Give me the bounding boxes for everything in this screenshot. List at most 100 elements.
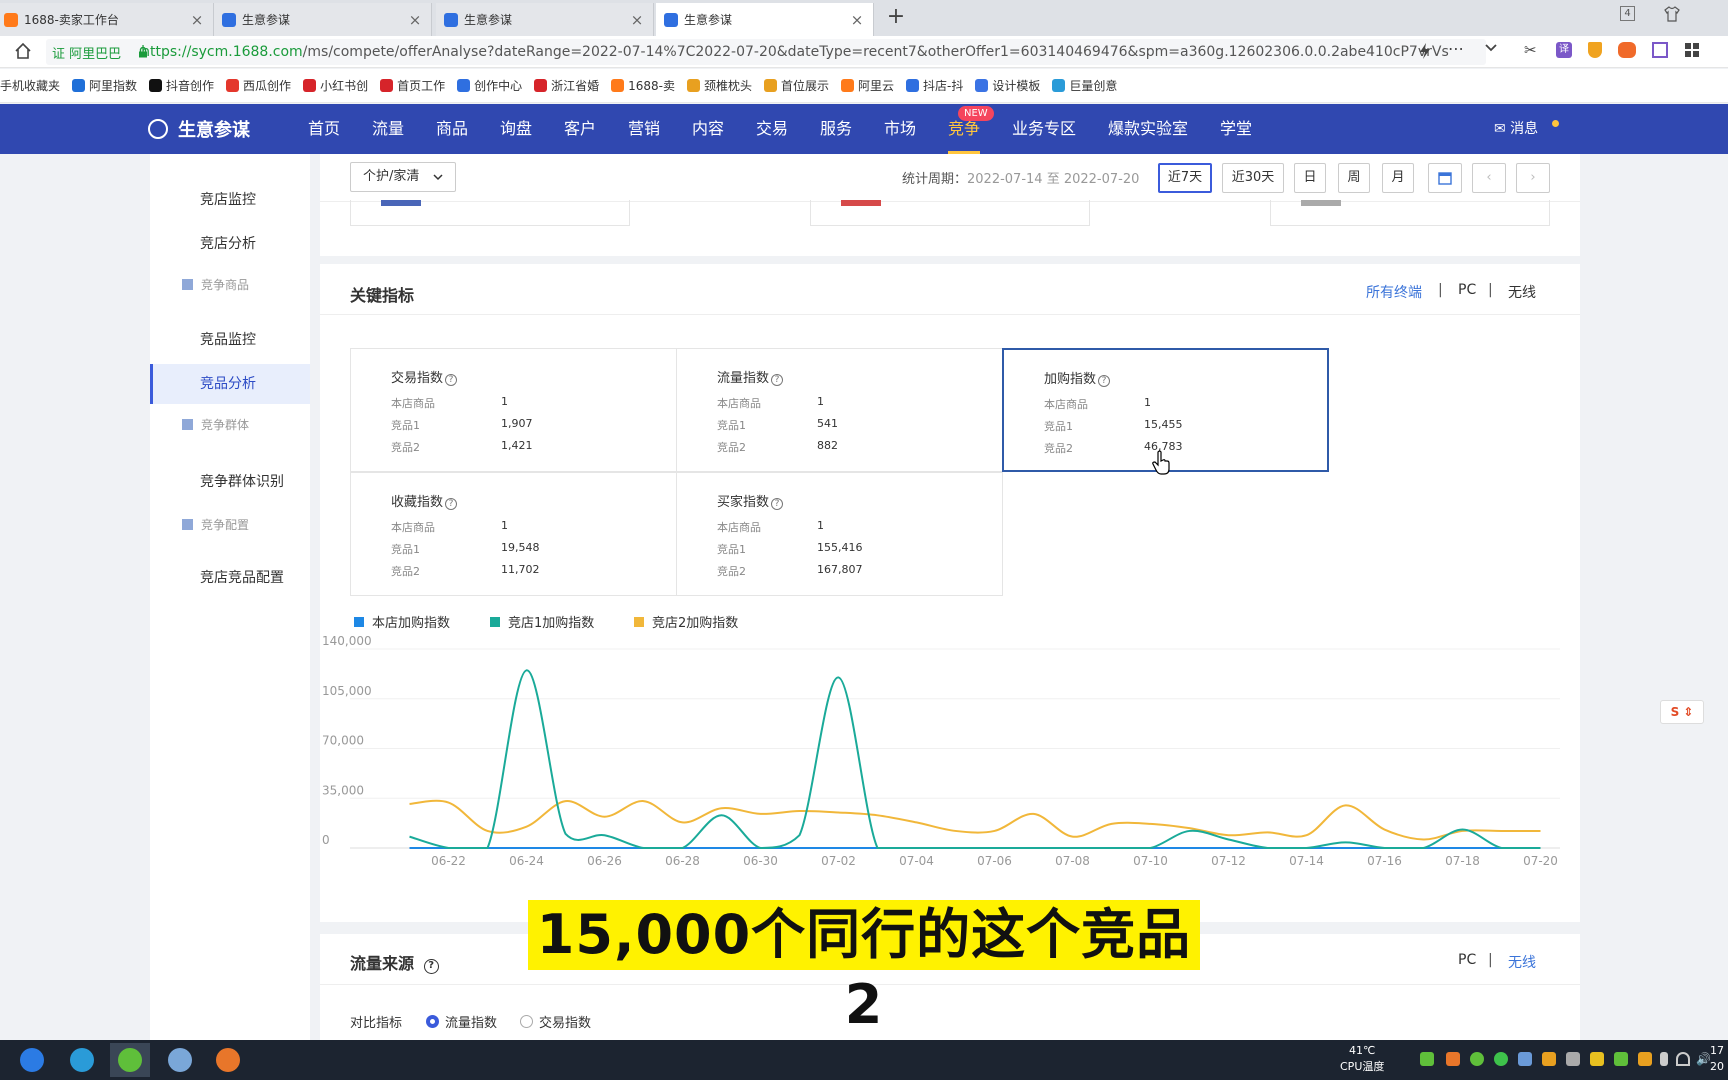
period-button[interactable]: 日 — [1294, 163, 1326, 193]
nav-item[interactable]: 交易 — [756, 104, 788, 154]
app-tray-icon[interactable] — [1446, 1052, 1460, 1066]
nav-item[interactable]: 流量 — [372, 104, 404, 154]
bookmark-item[interactable]: 小红书创 — [303, 77, 368, 94]
period-button[interactable]: 近7天 — [1158, 163, 1212, 193]
close-icon[interactable]: × — [189, 11, 205, 29]
terminal-all[interactable]: 所有终端 — [1366, 282, 1422, 302]
help-icon[interactable]: ? — [423, 959, 439, 974]
window-count-icon[interactable]: 4 — [1620, 6, 1635, 21]
lightning-icon[interactable] — [1418, 43, 1432, 63]
game-icon[interactable] — [1618, 42, 1636, 58]
nav-item[interactable]: 业务专区 — [1012, 104, 1076, 154]
terminal-pc[interactable]: PC — [1458, 282, 1476, 298]
metric-card[interactable]: 流量指数? 本店商品 1 竞品1 541 竞品2 882 — [676, 348, 1003, 472]
grid-app-icon[interactable] — [1652, 42, 1668, 58]
terminal-wireless[interactable]: 无线 — [1508, 952, 1536, 972]
people-tray-icon[interactable] — [1518, 1052, 1532, 1066]
calendar-button[interactable] — [1428, 163, 1462, 193]
help-icon[interactable]: ? — [1098, 375, 1111, 387]
shield-icon[interactable] — [1588, 42, 1602, 58]
browser-tab[interactable]: 生意参谋 × — [436, 3, 654, 36]
bookmark-item[interactable]: 首页工作 — [380, 77, 445, 94]
radio-traffic-index[interactable]: 流量指数 — [426, 1012, 497, 1031]
radio-trade-index[interactable]: 交易指数 — [520, 1012, 591, 1031]
browser-tab[interactable]: 生意参谋 × — [656, 3, 874, 36]
offer-card-self[interactable] — [350, 200, 630, 226]
nav-item[interactable]: 营销 — [628, 104, 660, 154]
chevron-down-icon[interactable] — [1484, 41, 1498, 59]
nav-item[interactable]: 商品 — [436, 104, 468, 154]
browser-tab[interactable]: 生意参谋 × — [214, 3, 432, 36]
close-icon[interactable]: × — [629, 11, 645, 29]
mobile-favorites-folder[interactable]: 手机收藏夹 — [0, 77, 60, 94]
bookmark-item[interactable]: 1688-卖 — [611, 77, 675, 94]
translate-icon[interactable]: 译 — [1556, 42, 1572, 58]
shirt-icon[interactable] — [1664, 6, 1680, 26]
prev-period-button[interactable]: ‹ — [1472, 163, 1506, 193]
offer-card-rival2[interactable] — [1270, 200, 1550, 226]
next-period-button[interactable]: › — [1516, 163, 1550, 193]
period-button[interactable]: 近30天 — [1222, 163, 1284, 193]
metric-card[interactable]: 交易指数? 本店商品 1 竞品1 1,907 竞品2 1,421 — [350, 348, 677, 472]
close-icon[interactable]: × — [407, 11, 423, 29]
bookmark-item[interactable]: 抖音创作 — [149, 77, 214, 94]
taskbar-app-360-browser[interactable] — [110, 1043, 150, 1077]
sidebar-item[interactable]: 竞店分析 — [150, 224, 310, 264]
taskbar-app-qq-browser[interactable] — [12, 1043, 52, 1077]
more-icon[interactable]: ⋯ — [1448, 39, 1464, 58]
bookmark-item[interactable]: 设计模板 — [975, 77, 1040, 94]
new-tab-button[interactable]: + — [882, 4, 910, 29]
address-bar[interactable]: 证 阿里巴巴 https://sycm.1688.com/ms/compete/… — [46, 39, 1486, 65]
metric-card[interactable]: 买家指数? 本店商品 1 竞品1 155,416 竞品2 167,807 — [676, 472, 1003, 596]
wechat-tray-icon[interactable] — [1494, 1052, 1508, 1066]
nav-item[interactable]: 学堂 — [1220, 104, 1252, 154]
help-icon[interactable]: ? — [771, 498, 784, 510]
sidebar-item[interactable]: 竞店竞品配置 — [150, 558, 310, 598]
terminal-pc[interactable]: PC — [1458, 952, 1476, 968]
help-icon[interactable]: ? — [445, 498, 458, 510]
bookmark-item[interactable]: 巨量创意 — [1052, 77, 1117, 94]
app-tray-icon[interactable] — [1638, 1052, 1652, 1066]
terminal-wireless[interactable]: 无线 — [1508, 282, 1536, 302]
nav-item[interactable]: 爆款实验室 — [1108, 104, 1188, 154]
shield-tray-icon[interactable] — [1614, 1052, 1628, 1066]
bookmark-item[interactable]: 阿里云 — [841, 77, 894, 94]
input-method-widget[interactable]: S ⇕ — [1660, 700, 1704, 724]
taskbar-app-tiger-app[interactable] — [208, 1043, 248, 1077]
period-button[interactable]: 月 — [1382, 163, 1414, 193]
bookmark-item[interactable]: 阿里指数 — [72, 77, 137, 94]
category-select[interactable]: 个护/家清 — [350, 162, 456, 192]
app-tray-icon[interactable] — [1542, 1052, 1556, 1066]
metric-card[interactable]: 收藏指数? 本店商品 1 竞品1 19,548 竞品2 11,702 — [350, 472, 677, 596]
period-button[interactable]: 周 — [1338, 163, 1370, 193]
nav-item[interactable]: 首页 — [308, 104, 340, 154]
bookmark-item[interactable]: 颈椎枕头 — [687, 77, 752, 94]
site-cert-badge[interactable]: 证 阿里巴巴 — [52, 43, 121, 62]
messages-link[interactable]: ✉ 消息 — [1494, 104, 1538, 154]
nav-item[interactable]: 市场 — [884, 104, 916, 154]
browser-tab[interactable]: 1688-卖家工作台 × — [0, 3, 214, 36]
series-line-3[interactable] — [409, 799, 1541, 841]
close-icon[interactable]: × — [849, 11, 865, 29]
nav-item[interactable]: 询盘 — [500, 104, 532, 154]
sidebar-item[interactable]: 竞店监控 — [150, 180, 310, 220]
nav-item[interactable]: 服务 — [820, 104, 852, 154]
clock[interactable]: 17 20 — [1710, 1043, 1724, 1075]
scissors-icon[interactable]: ✂ — [1524, 41, 1537, 59]
sidebar-item[interactable]: 竞争群体识别 — [150, 462, 310, 502]
nav-item[interactable]: 内容 — [692, 104, 724, 154]
url-text[interactable]: https://sycm.1688.com/ms/compete/offerAn… — [141, 44, 1449, 60]
wifi-icon[interactable] — [1676, 1052, 1690, 1066]
taskbar-app-ie-browser[interactable] — [62, 1043, 102, 1077]
bookmark-item[interactable]: 首位展示 — [764, 77, 829, 94]
taskbar-app-notes-app[interactable] — [160, 1043, 200, 1077]
battery-icon[interactable] — [1660, 1052, 1668, 1066]
sidebar-item[interactable]: 竞品分析 — [150, 364, 310, 404]
help-icon[interactable]: ? — [771, 374, 784, 386]
nav-item[interactable]: 客户 — [564, 104, 596, 154]
offer-card-rival1[interactable] — [810, 200, 1090, 226]
bookmark-item[interactable]: 浙江省婚 — [534, 77, 599, 94]
apps-icon[interactable] — [1684, 42, 1700, 62]
help-icon[interactable]: ? — [445, 374, 458, 386]
bookmark-item[interactable]: 西瓜创作 — [226, 77, 291, 94]
